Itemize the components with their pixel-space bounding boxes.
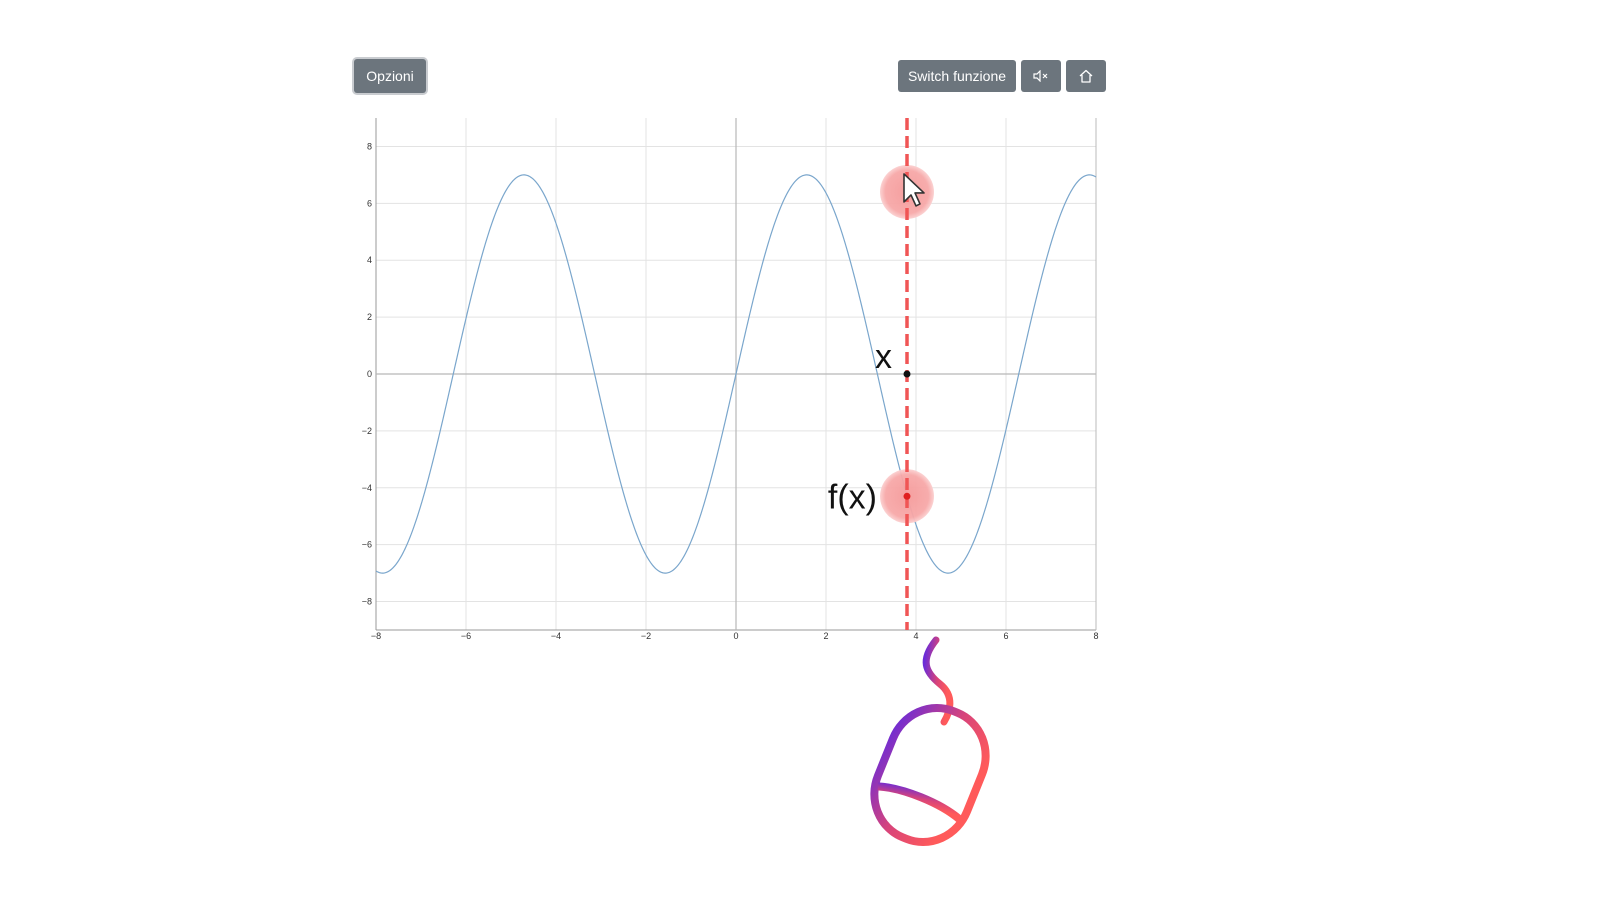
y-tick-label: −2 (362, 426, 372, 436)
fx-annotation: f(x) (828, 478, 877, 516)
y-tick-label: 2 (367, 312, 372, 322)
fx-point (903, 492, 911, 500)
y-tick-label: 4 (367, 255, 372, 265)
x-tick-label: −2 (641, 631, 651, 641)
mouse-icon (870, 636, 990, 847)
x-annotation: x (875, 338, 892, 376)
y-tick-label: −6 (362, 540, 372, 550)
y-tick-label: 6 (367, 198, 372, 208)
tick-labels: −8 −6 −4 −2 0 2 4 6 8 8 6 4 2 0 −2 −4 −6 −8 (362, 141, 1099, 641)
y-tick-label: 8 (367, 141, 372, 151)
y-tick-label: −8 (362, 597, 372, 607)
y-tick-label: 0 (367, 369, 372, 379)
x-tick-label: 6 (1003, 631, 1008, 641)
x-tick-label: 0 (733, 631, 738, 641)
x-tick-label: 8 (1093, 631, 1098, 641)
x-tick-label: −8 (371, 631, 381, 641)
x-tick-label: 4 (913, 631, 918, 641)
function-plot[interactable]: −8 −6 −4 −2 0 2 4 6 8 8 6 4 2 0 −2 −4 −6 −8 x f(x) (0, 0, 1600, 900)
x-tick-label: 2 (823, 631, 828, 641)
x-point (903, 370, 911, 378)
y-tick-label: −4 (362, 483, 372, 493)
x-tick-label: −6 (461, 631, 471, 641)
x-tick-label: −4 (551, 631, 561, 641)
